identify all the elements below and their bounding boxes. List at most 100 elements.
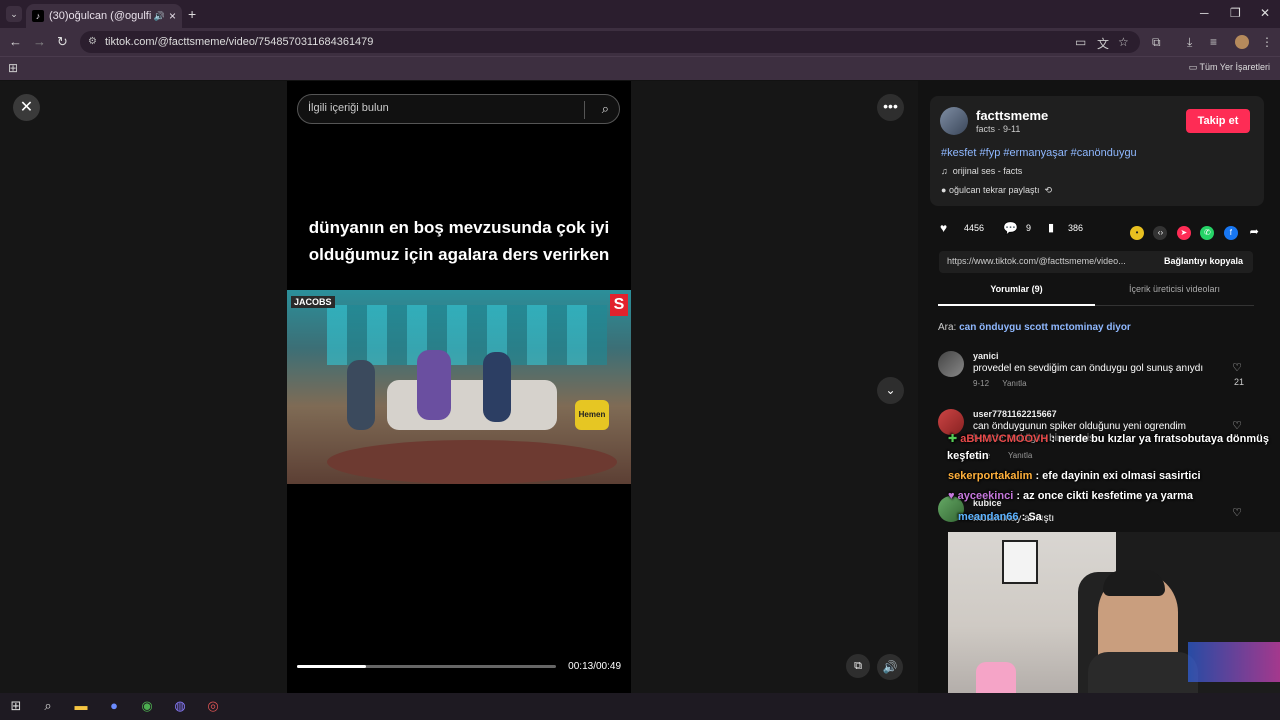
back-icon[interactable]: ← [9,34,22,49]
obs-icon[interactable]: ◎ [205,698,221,714]
embed-code-icon[interactable]: ‹› [1153,226,1168,240]
tab-comments[interactable]: Yorumlar (9) [938,284,1095,306]
person-middle [417,350,451,420]
like-heart-icon[interactable]: ♥ [940,221,947,235]
caption-line-2: olduğumuz için agalara ders verirken [308,245,610,264]
copy-link-bar: https://www.tiktok.com/@facttsmeme/video… [939,251,1253,273]
comment-like-heart-icon[interactable]: ♡ [1232,361,1242,374]
led-lights [1188,642,1280,682]
video-progress-bar[interactable] [297,665,556,668]
bookmarks-bar: ⊞ ▭ Tüm Yer İşaretleri [0,56,1280,80]
apps-grid-icon[interactable]: ⊞ [8,61,18,75]
search-icon[interactable]: ⌕ [40,698,56,714]
comment-like-count: 21 [1233,377,1244,387]
like-count: 4456 [964,223,985,233]
browser-tab[interactable]: ♪ (30)oğulcan (@ogulfiratt) | 🔊 × [26,4,182,28]
copy-link-button[interactable]: Bağlantıyı kopyala [1164,256,1243,266]
discord-icon[interactable]: ◍ [172,698,188,714]
person-left [347,360,375,430]
minimize-icon[interactable]: ─ [1200,6,1209,20]
speaker-icon[interactable]: 🔊 [154,11,165,22]
next-video-chevron-down-icon[interactable]: ⌄ [877,377,904,404]
facebook-icon[interactable]: f [1223,226,1238,240]
volume-icon[interactable]: 🔊 [877,654,903,680]
chat-message: ✚ aBHMVCMOOVH : nerde bu kızlar ya fırat… [948,432,1269,445]
video-frame: JACOBS S Hemen [287,290,631,484]
author-username[interactable]: facttsmeme [976,108,1048,123]
comment-meta: 9-12 Yanıtla [973,379,1027,388]
related-search-box[interactable]: İlgili içeriği bulun ⌕ [297,94,620,124]
comment-username[interactable]: user7781162215667 [973,409,1057,419]
hashtags[interactable]: #kesfet #fyp #ermanyaşar #canönduygu [941,147,1137,159]
chat-message: sekerportakalim : efe dayinin exi olmasi… [948,470,1201,482]
more-options-button[interactable]: ••• [877,94,904,121]
all-bookmarks-button[interactable]: ▭ Tüm Yer İşaretleri [1189,62,1270,73]
search-input[interactable]: İlgili içeriği bulun [308,102,389,114]
repost-label: oğulcan tekrar paylaştı [948,185,1040,195]
search-divider [584,101,585,119]
bookmark-icon[interactable]: ▮ [1048,221,1054,234]
comment-icon[interactable]: 💬 [1003,221,1018,235]
close-tab-icon[interactable]: × [169,9,176,23]
cast-icon[interactable]: ▭ [1075,35,1086,49]
hemen-badge: Hemen [575,400,609,430]
suggested-search[interactable]: Ara: can önduygu scott mctominay diyor [938,322,1131,333]
reload-icon[interactable]: ↻ [57,34,68,50]
save-count: 386 [1068,223,1084,233]
author-avatar[interactable] [940,107,968,135]
streamer-hair [1103,570,1165,596]
browser-tab-bar: ⌄ ♪ (30)oğulcan (@ogulfiratt) | 🔊 × + ─ … [0,0,1280,28]
follow-button[interactable]: Takip et [1186,109,1250,133]
translate-icon[interactable]: 文 [1097,35,1109,52]
file-explorer-icon[interactable]: ▬ [73,698,89,714]
media-control-icon[interactable]: ≡ [1210,35,1217,49]
chat-message: keşfetin [947,450,989,462]
download-icon[interactable]: ⤓ [1187,35,1192,50]
tab-creator-videos[interactable]: İçerik üreticisi videoları [1095,284,1254,294]
whatsapp-icon[interactable]: ✆ [1200,226,1215,240]
comment-date: 9-12 [973,379,990,388]
reply-button[interactable]: Yanıtla [1008,451,1032,460]
comment-avatar[interactable] [938,351,964,377]
suggested-search-query[interactable]: can önduygu scott mctominay diyor [959,322,1131,333]
video-link-text: https://www.tiktok.com/@facttsmeme/video… [947,256,1126,266]
app-circle-icon[interactable]: ● [106,698,122,714]
close-video-button[interactable]: ✕ [13,94,40,121]
reply-button[interactable]: Yanıtla [1002,379,1026,388]
restore-icon[interactable]: ❐ [1230,6,1241,20]
sound-link[interactable]: ♫ orijinal ses - facts [941,166,1022,176]
suggested-search-prefix: Ara: [938,322,957,333]
comment-like-heart-icon[interactable]: ♡ [1232,419,1242,432]
chat-message: meandan66 : Sa [958,511,1042,523]
share-circle-icon[interactable]: • [1130,226,1144,240]
share-icons: • ‹› ➤ ✆ f ➦ [1130,222,1266,240]
picture-in-picture-icon[interactable]: ⧉ [846,654,870,678]
chat-username: ayceekinci [957,490,1014,502]
search-icon[interactable]: ⌕ [602,101,609,117]
tab-search-button[interactable]: ⌄ [6,6,22,22]
forward-icon[interactable]: → [33,34,46,49]
extensions-icon[interactable]: ⧉ [1152,35,1161,50]
chrome-icon[interactable]: ◉ [139,698,155,714]
windows-taskbar: ⊞ ⌕ ▬ ● ◉ ◍ ◎ [0,693,1280,720]
comment-username[interactable]: yanici [973,351,999,361]
close-window-icon[interactable]: ✕ [1260,6,1270,20]
windows-start-icon[interactable]: ⊞ [8,698,24,714]
bookmark-star-icon[interactable]: ☆ [1118,35,1129,49]
comment-count: 9 [1026,223,1032,233]
video-player[interactable]: İlgili içeriği bulun ⌕ dünyanın en boş m… [287,81,631,693]
menu-kebab-icon[interactable]: ⋮ [1261,35,1273,49]
address-bar[interactable]: ⚙ tiktok.com/@facttsmeme/video/754857031… [80,31,1140,53]
profile-avatar-icon[interactable] [1235,35,1249,49]
share-arrow-icon[interactable]: ➦ [1247,225,1261,239]
url-text: tiktok.com/@facttsmeme/video/75485703116… [105,36,374,48]
all-bookmarks-label: Tüm Yer İşaretleri [1199,62,1270,72]
site-info-icon[interactable]: ⚙ [88,31,97,53]
video-time: 00:13/00:49 [568,661,621,672]
chat-text: : Sa [1021,511,1042,523]
browser-toolbar: ← → ↻ ⚙ tiktok.com/@facttsmeme/video/754… [0,28,1280,56]
streamer-webcam [948,532,1280,720]
new-tab-button[interactable]: + [188,6,196,22]
comment-like-heart-icon[interactable]: ♡ [1232,506,1242,519]
send-to-friends-icon[interactable]: ➤ [1176,226,1191,240]
